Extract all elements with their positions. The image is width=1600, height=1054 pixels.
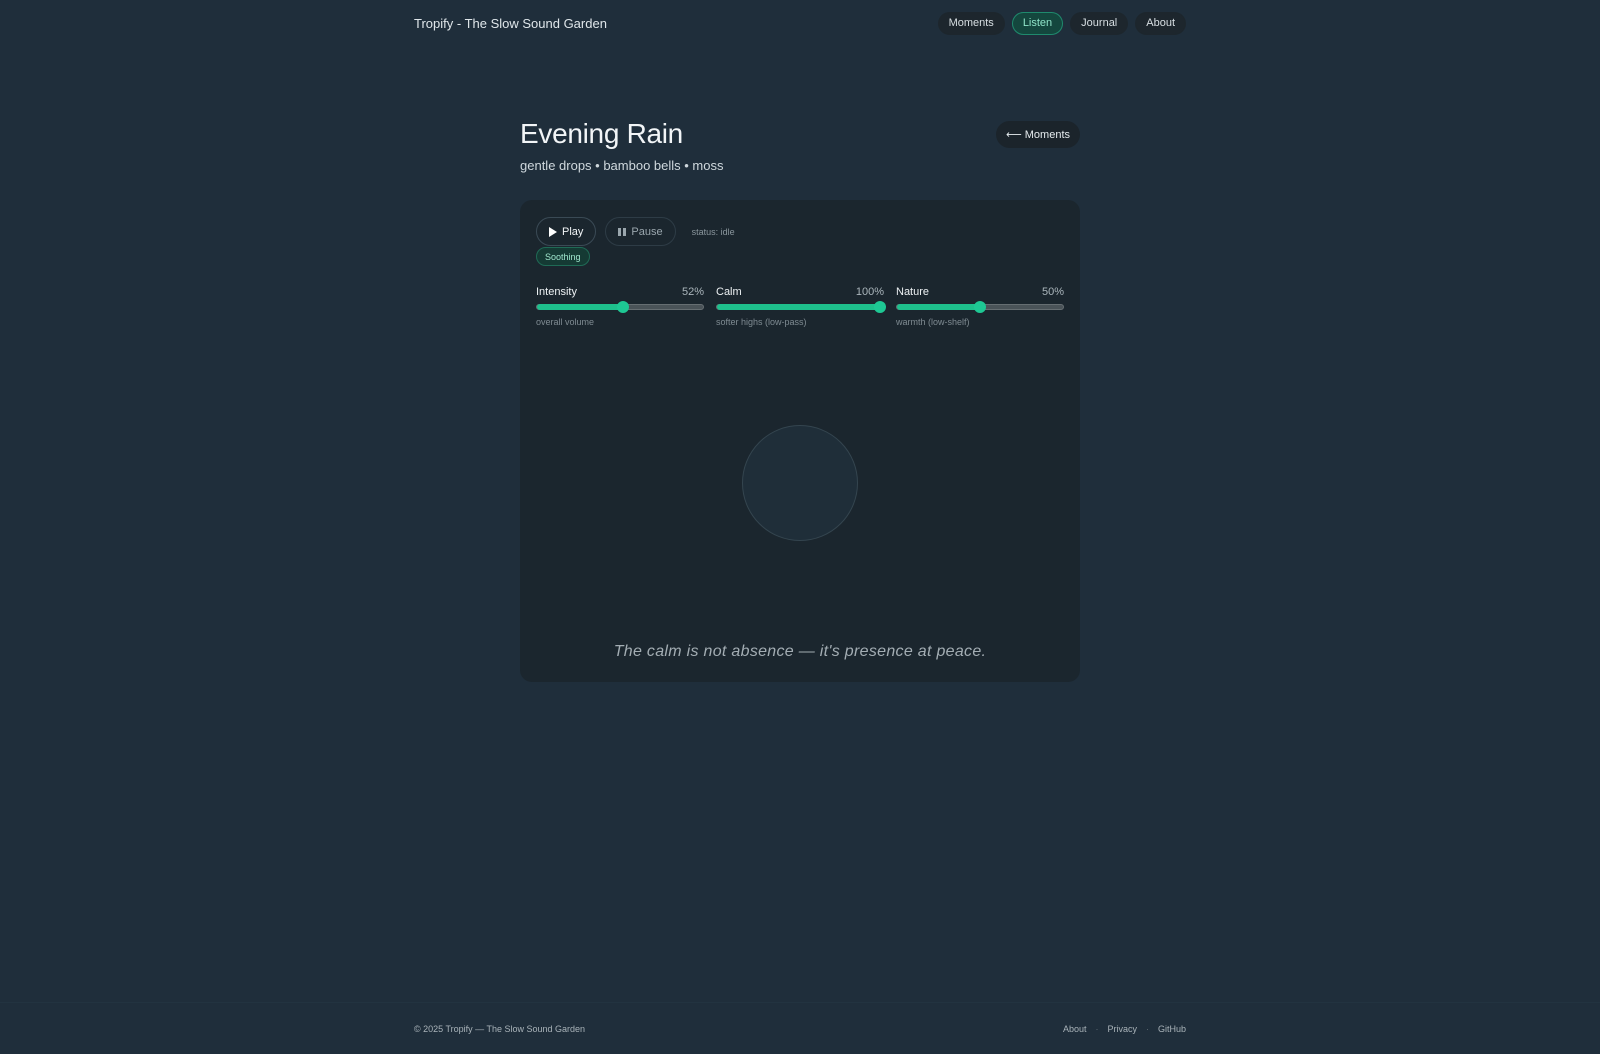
intensity-slider: Intensity 52% overall volume	[536, 286, 704, 327]
pause-icon	[618, 227, 627, 236]
slider-value: 52%	[681, 286, 704, 298]
slider-label: Intensity	[536, 286, 577, 298]
slider-note: softer highs (low-pass)	[716, 317, 807, 327]
footer-separator: ·	[1145, 1024, 1149, 1034]
track-subtitle: gentle drops • bamboo bells • moss	[520, 158, 724, 173]
back-to-moments-button[interactable]: ⟵ Moments	[995, 121, 1080, 148]
slider-thumb[interactable]	[874, 301, 886, 313]
calm-quote: The calm is not absence — it's presence …	[613, 643, 987, 660]
play-button[interactable]: Play	[536, 217, 597, 246]
nav-about[interactable]: About	[1135, 11, 1186, 35]
pause-label: Pause	[631, 225, 663, 238]
app-title: Tropify - The Slow Sound Garden	[414, 15, 607, 31]
slider-group: Intensity 52% overall volume Calm 100% s…	[536, 286, 1064, 327]
play-icon	[549, 226, 557, 237]
slider-note: warmth (low-shelf)	[896, 317, 970, 327]
footer-link-privacy[interactable]: Privacy	[1107, 1024, 1137, 1034]
play-label: Play	[562, 225, 584, 238]
copyright-text: © 2025 Tropify — The Slow Sound Garden	[414, 1024, 586, 1034]
slider-label: Calm	[716, 286, 742, 298]
slider-value: 100%	[855, 286, 884, 298]
slider-track[interactable]	[536, 301, 704, 313]
slider-fill	[537, 304, 624, 310]
calm-slider: Calm 100% softer highs (low-pass)	[716, 286, 886, 327]
main-nav: Moments Listen Journal About	[937, 11, 1186, 35]
slider-value: 50%	[1041, 286, 1064, 298]
nav-moments[interactable]: Moments	[937, 11, 1005, 35]
player-controls: Play Pause status: idle	[536, 217, 735, 246]
footer-link-about[interactable]: About	[1063, 1024, 1087, 1034]
footer-links: About · Privacy · GitHub	[1063, 1024, 1186, 1034]
top-bar: Tropify - The Slow Sound Garden Moments …	[414, 11, 1186, 35]
slider-label: Nature	[896, 286, 930, 298]
slider-thumb[interactable]	[974, 301, 986, 313]
nav-journal[interactable]: Journal	[1070, 11, 1129, 35]
slider-thumb[interactable]	[617, 301, 630, 313]
footer-link-github[interactable]: GitHub	[1158, 1024, 1186, 1034]
status-text: status: idle	[691, 226, 735, 237]
ambient-orb	[742, 425, 858, 541]
slider-track[interactable]	[716, 301, 886, 313]
slider-note: overall volume	[536, 317, 595, 327]
nature-slider: Nature 50% warmth (low-shelf)	[896, 286, 1064, 327]
pause-button[interactable]: Pause	[605, 217, 676, 246]
slider-fill	[897, 304, 980, 310]
mood-badge: Soothing	[536, 247, 590, 266]
nav-listen[interactable]: Listen	[1011, 11, 1064, 35]
slider-fill	[717, 304, 883, 310]
slider-track[interactable]	[896, 301, 1064, 313]
player-card: Play Pause status: idle Soothing Intensi…	[520, 200, 1080, 682]
footer: © 2025 Tropify — The Slow Sound Garden A…	[0, 1002, 1600, 1054]
footer-separator: ·	[1095, 1024, 1099, 1034]
track-header: Evening Rain gentle drops • bamboo bells…	[520, 118, 1080, 173]
